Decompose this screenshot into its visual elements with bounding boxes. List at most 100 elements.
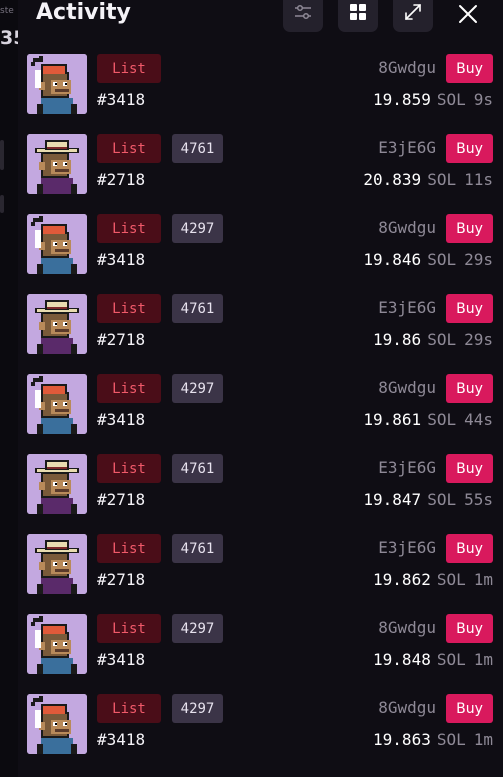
event-type-badge: List [97, 134, 161, 163]
nft-avatar-monkey-hat[interactable] [27, 294, 87, 354]
buy-button[interactable]: Buy [446, 294, 493, 323]
seller-address[interactable]: 8Gwdgu [378, 378, 436, 397]
token-id[interactable]: #3418 [97, 650, 145, 669]
price-line: 20.839 SOL 11s [363, 170, 493, 189]
token-id[interactable]: #3418 [97, 90, 145, 109]
price-unit: SOL [427, 250, 457, 269]
token-id[interactable]: #3418 [97, 250, 145, 269]
rank-badge: 4297 [172, 374, 223, 403]
token-id[interactable]: #3418 [97, 730, 145, 749]
event-type-badge: List [97, 694, 161, 723]
price-unit: SOL [427, 410, 457, 429]
rank-badge: 4297 [172, 214, 223, 243]
sliders-icon [295, 4, 311, 20]
event-age: 11s [464, 170, 493, 189]
seller-address[interactable]: 8Gwdgu [378, 58, 436, 77]
price-value: 19.859 [373, 90, 431, 109]
price-line: 19.859 SOL 9s [373, 90, 493, 109]
price-value: 19.861 [363, 410, 422, 429]
activity-list: List #3418 8Gwdgu Buy 19.859 SOL 9s List 4… [18, 48, 503, 768]
token-id[interactable]: #2718 [97, 570, 145, 589]
rank-badge: 4297 [172, 694, 223, 723]
price-value: 19.862 [373, 570, 431, 589]
rank-badge: 4761 [172, 294, 223, 323]
price-line: 19.861 SOL 44s [363, 410, 493, 429]
nft-avatar-monkey-redcap[interactable] [27, 214, 87, 274]
filter-button[interactable] [283, 0, 323, 32]
buy-button[interactable]: Buy [446, 54, 493, 83]
activity-row: List 4297 #3418 8Gwdgu Buy 19.861 SOL 44s [18, 368, 503, 448]
buy-button[interactable]: Buy [446, 134, 493, 163]
activity-header: Activity [18, 0, 503, 48]
token-id[interactable]: #2718 [97, 490, 145, 509]
nft-avatar-monkey-hat[interactable] [27, 534, 87, 594]
price-unit: SOL [436, 650, 466, 669]
seller-address[interactable]: 8Gwdgu [378, 618, 436, 637]
background-label: ste [0, 6, 14, 16]
nft-avatar-monkey-hat[interactable] [27, 454, 87, 514]
price-unit: SOL [427, 330, 457, 349]
price-value: 19.86 [373, 330, 422, 349]
seller-address[interactable]: E3jE6G [378, 538, 436, 557]
rank-badge: 4761 [172, 134, 223, 163]
price-unit: SOL [427, 490, 457, 509]
event-age: 1m [473, 650, 493, 669]
seller-address[interactable]: E3jE6G [378, 138, 436, 157]
token-id[interactable]: #3418 [97, 410, 145, 429]
buy-button[interactable]: Buy [446, 454, 493, 483]
activity-row: List 4297 #3418 8Gwdgu Buy 19.846 SOL 29s [18, 208, 503, 288]
seller-address[interactable]: 8Gwdgu [378, 218, 436, 237]
activity-row: List 4761 #2718 E3jE6G Buy 19.862 SOL 1m [18, 528, 503, 608]
seller-address[interactable]: E3jE6G [378, 458, 436, 477]
buy-button[interactable]: Buy [446, 614, 493, 643]
buy-button[interactable]: Buy [446, 694, 493, 723]
buy-button[interactable]: Buy [446, 534, 493, 563]
expand-icon [405, 4, 421, 20]
seller-address[interactable]: 8Gwdgu [378, 698, 436, 717]
token-id[interactable]: #2718 [97, 170, 145, 189]
expand-button[interactable] [393, 0, 433, 32]
token-id[interactable]: #2718 [97, 330, 145, 349]
nft-avatar-monkey-redcap[interactable] [27, 374, 87, 434]
activity-row: List 4761 #2718 E3jE6G Buy 20.839 SOL 11s [18, 128, 503, 208]
event-type-badge: List [97, 54, 161, 83]
rank-badge: 4761 [172, 454, 223, 483]
background-scroll-indicator [0, 140, 4, 170]
event-age: 44s [464, 410, 493, 429]
seller-address[interactable]: E3jE6G [378, 298, 436, 317]
panel-title: Activity [36, 0, 131, 25]
activity-row: List #3418 8Gwdgu Buy 19.859 SOL 9s [18, 48, 503, 128]
price-unit: SOL [436, 570, 466, 589]
event-age: 29s [464, 330, 493, 349]
event-type-badge: List [97, 534, 161, 563]
background-page-strip: ste 35 [0, 0, 19, 777]
price-value: 19.863 [373, 730, 431, 749]
nft-avatar-monkey-hat[interactable] [27, 134, 87, 194]
event-type-badge: List [97, 614, 161, 643]
buy-button[interactable]: Buy [446, 214, 493, 243]
event-type-badge: List [97, 214, 161, 243]
event-type-badge: List [97, 454, 161, 483]
event-age: 1m [473, 570, 493, 589]
activity-row: List 4297 #3418 8Gwdgu Buy 19.848 SOL 1m [18, 608, 503, 688]
activity-row: List 4761 #2718 E3jE6G Buy 19.86 SOL 29s [18, 288, 503, 368]
event-age: 9s [473, 90, 493, 109]
price-line: 19.846 SOL 29s [363, 250, 493, 269]
event-type-badge: List [97, 374, 161, 403]
grid-icon [350, 4, 366, 20]
nft-avatar-monkey-redcap[interactable] [27, 694, 87, 754]
rank-badge: 4761 [172, 534, 223, 563]
price-line: 19.86 SOL 29s [373, 330, 493, 349]
close-icon [459, 5, 477, 23]
grid-view-button[interactable] [338, 0, 378, 32]
price-line: 19.848 SOL 1m [373, 650, 493, 669]
price-line: 19.862 SOL 1m [373, 570, 493, 589]
nft-avatar-monkey-redcap[interactable] [27, 54, 87, 114]
close-button[interactable] [454, 0, 482, 28]
price-line: 19.847 SOL 55s [363, 490, 493, 509]
nft-avatar-monkey-redcap[interactable] [27, 614, 87, 674]
price-value: 20.839 [363, 170, 422, 189]
event-age: 55s [464, 490, 493, 509]
background-scroll-indicator [0, 195, 4, 213]
buy-button[interactable]: Buy [446, 374, 493, 403]
